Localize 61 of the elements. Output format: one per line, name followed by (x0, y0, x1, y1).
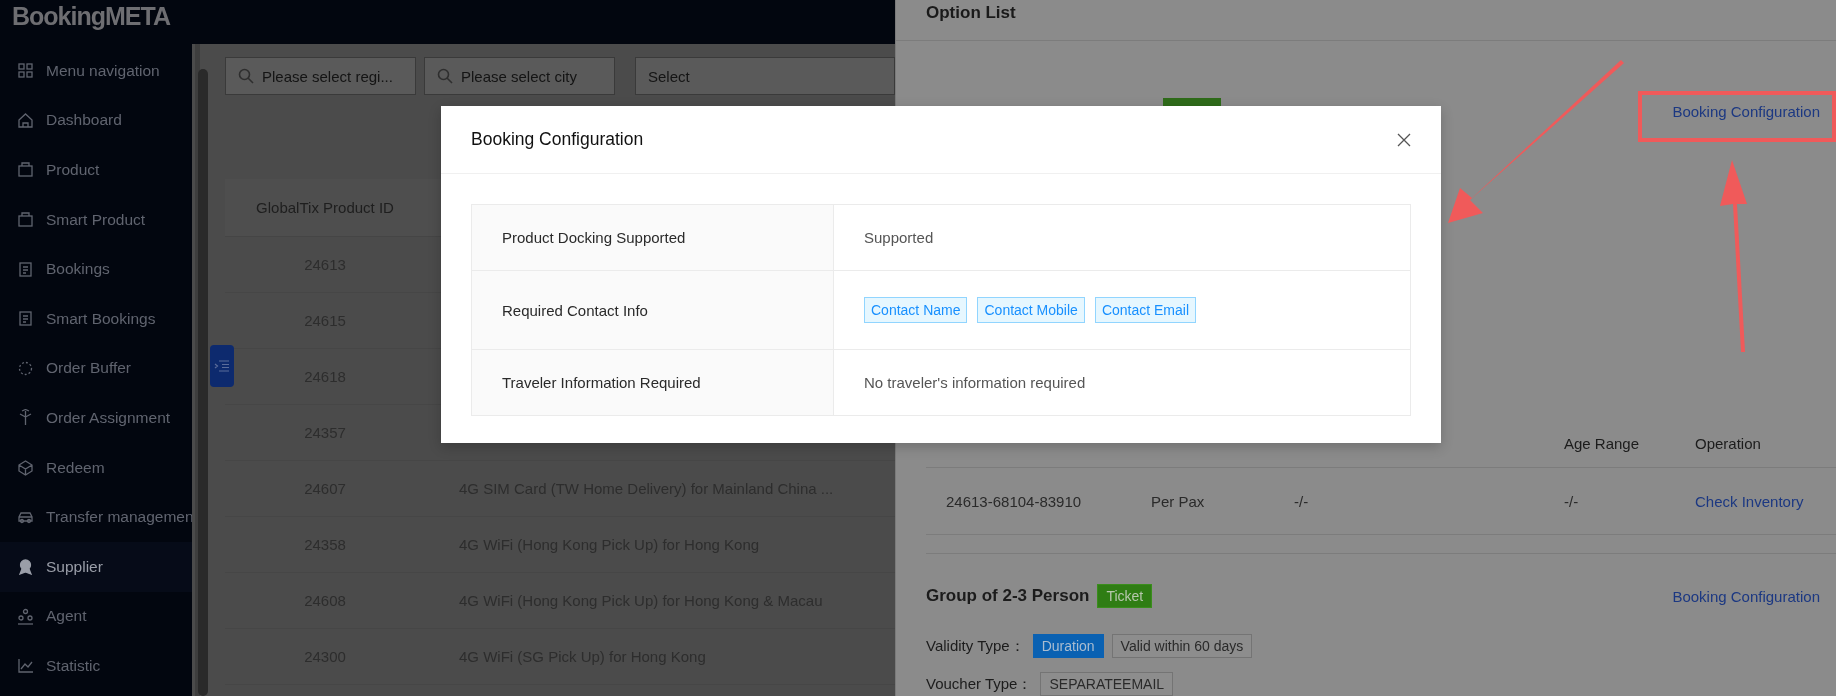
column-header: Age Range (1564, 435, 1640, 452)
select-field[interactable]: Select (635, 57, 895, 95)
sidebar-item[interactable]: Menu navigation (0, 46, 192, 96)
tag: Ticket (1097, 584, 1153, 608)
search-field[interactable]: Please select city (424, 57, 615, 95)
option-title: Group of 2-3 Person (926, 586, 1090, 606)
search-icon (238, 68, 254, 84)
sidebar-item[interactable]: Redeem (0, 442, 192, 493)
modal-title: Booking Configuration (471, 129, 644, 150)
sidebar-item[interactable]: Smart Product (0, 194, 192, 245)
sidebar-item[interactable]: Dashboard (0, 95, 192, 146)
sidebar-item[interactable]: Smart Bookings (0, 293, 192, 344)
booking-configuration-link[interactable]: Booking Configuration (1672, 103, 1820, 121)
sidebar-item[interactable]: Statistic (0, 641, 192, 691)
tag: Contact Email (1094, 297, 1197, 323)
sidebar-item[interactable]: Bookings (0, 244, 192, 294)
booking-configuration-link[interactable]: Booking Configuration (1672, 587, 1820, 605)
search-icon (437, 68, 453, 84)
collapse-button[interactable] (210, 345, 234, 387)
tag: SEPARATEEMAIL (1040, 672, 1174, 696)
field-label: Voucher Type： (926, 674, 1033, 694)
sidebar-item[interactable]: Order Assignment (0, 393, 192, 443)
chart-icon (17, 657, 34, 675)
check-inventory-link[interactable]: Check Inventory (1695, 492, 1804, 510)
sidebar-item[interactable]: Supplier (0, 541, 192, 592)
logo: BookingMETA (12, 1, 170, 31)
document-icon (17, 260, 34, 278)
table-cell: -/- (1564, 492, 1579, 510)
tag: Valid within 60 days (1111, 634, 1253, 658)
field-label: Validity Type： (926, 636, 1025, 656)
document-icon (17, 310, 34, 328)
row-label: Product Docking Supported (502, 229, 686, 246)
row-label: Traveler Information Required (502, 374, 701, 391)
drawer-title: Option List (926, 3, 1016, 22)
sidebar-item[interactable]: Transfer managemen (0, 492, 192, 542)
row-label: Required Contact Info (502, 301, 648, 319)
column-header: Operation (1695, 435, 1761, 452)
table-cell: 24613-68104-83910 (946, 492, 1082, 510)
tag: Contact Mobile (977, 297, 1085, 323)
dashed-circle-icon (17, 359, 34, 377)
bag-icon (17, 211, 34, 229)
grid-icon (17, 62, 34, 80)
box-icon (17, 459, 34, 477)
badge-icon (17, 558, 34, 576)
bag-icon (17, 161, 34, 179)
tag: Contact Name (864, 297, 968, 323)
row-value: No traveler's information required (864, 374, 1086, 391)
close-icon[interactable] (1397, 132, 1411, 147)
sidebar-item[interactable]: Agent (0, 591, 192, 642)
indent-icon (214, 359, 230, 373)
table-cell: -/- (1294, 492, 1309, 510)
row-value: Supported (864, 229, 934, 246)
sidebar-item[interactable]: Product (0, 145, 192, 195)
search-field[interactable]: Please select regi... (225, 57, 416, 95)
scrollbar-thumb[interactable] (198, 69, 208, 696)
tag: Duration (1032, 634, 1104, 658)
people-icon (17, 607, 34, 625)
house-icon (17, 111, 34, 129)
sidebar-item[interactable]: Order Buffer (0, 343, 192, 394)
branch-icon (17, 409, 34, 427)
table-cell: Per Pax (1151, 492, 1205, 510)
